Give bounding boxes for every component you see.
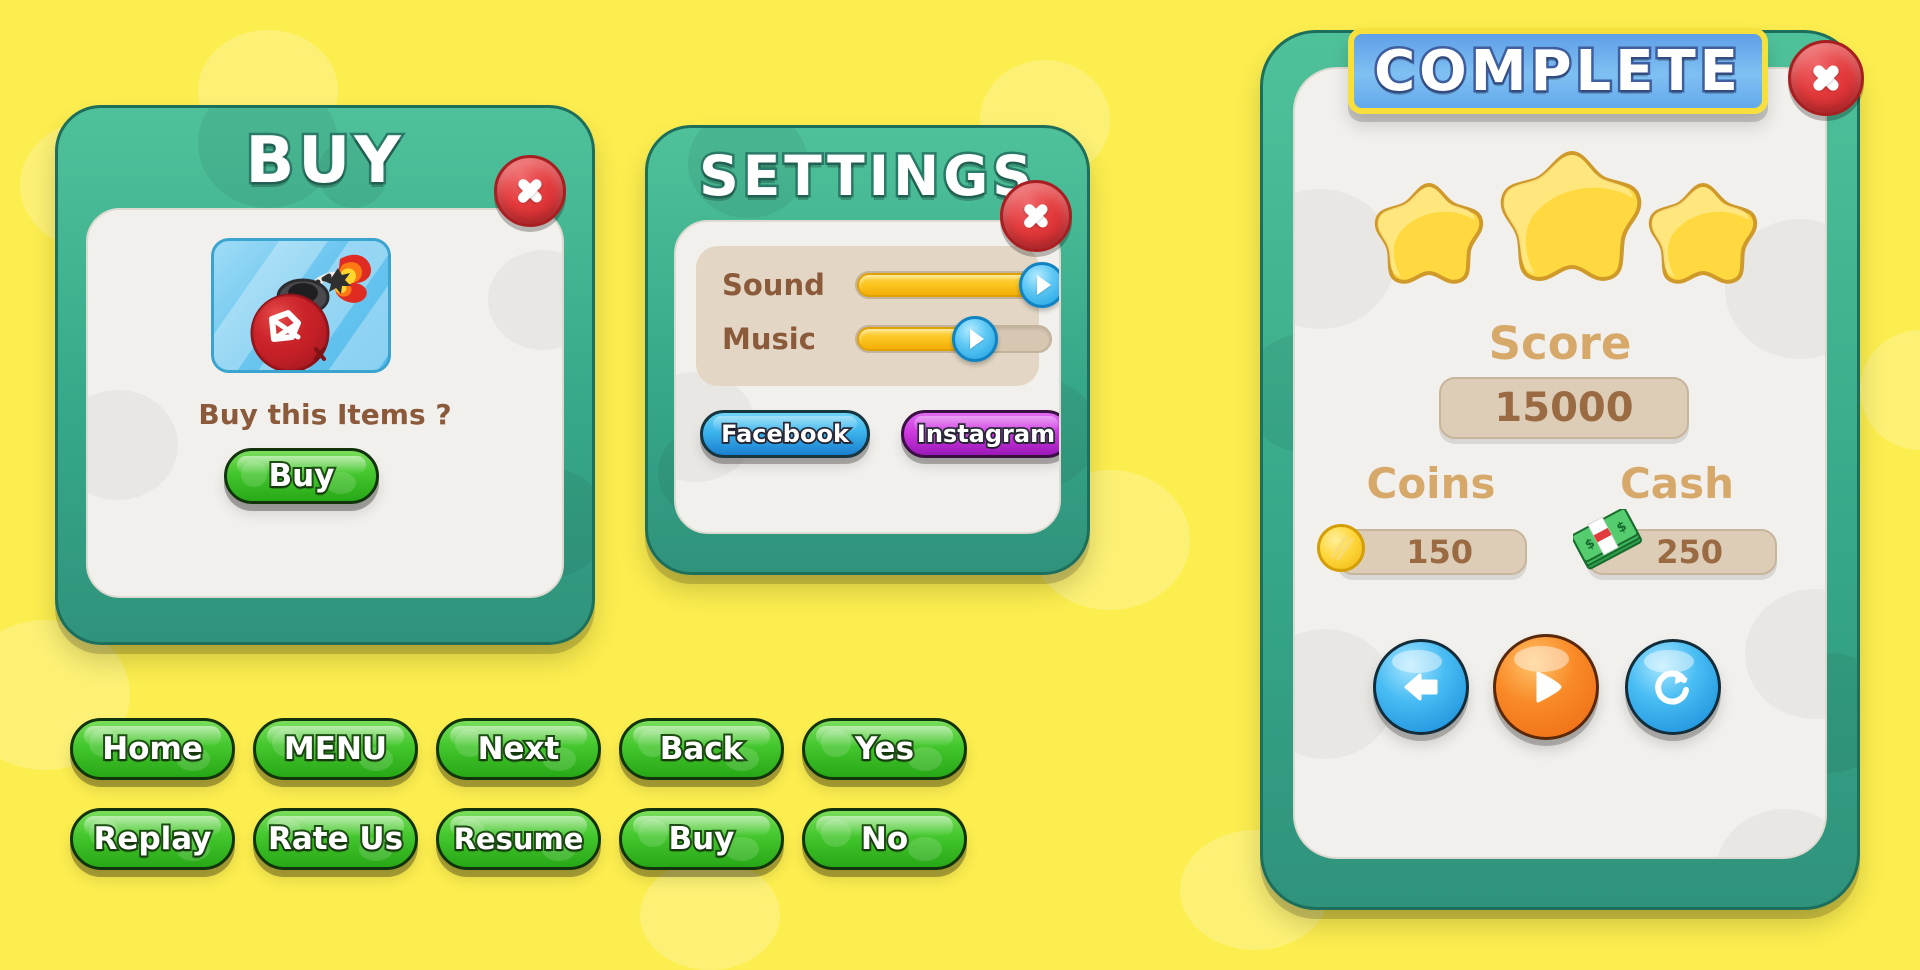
pill-blob [821,729,851,757]
rate-us-label: Rate Us [266,819,405,859]
home-label: Home [100,729,205,769]
menu-label: MENU [282,729,389,769]
pill-blob [821,819,851,847]
bg-bubble [1860,330,1920,450]
coin-icon [1317,524,1365,572]
sound-slider-row: Sound [722,262,1059,308]
replay-nav-button[interactable]: Replay [70,808,235,870]
complete-banner: COMPLETE [1348,28,1768,114]
sound-slider-fill [856,273,1043,297]
coins-value: 150 [1406,533,1473,571]
cash-value: 250 [1656,533,1723,571]
pill-blob [908,837,942,861]
buy-panel-body: Buy this Items ? Buy [86,208,564,598]
back-nav-label: Back [658,729,746,769]
buy-confirm-label: Buy [267,456,337,496]
no-button[interactable]: No [802,808,967,870]
bomb-item-icon [250,254,372,370]
panel-bubble [198,108,338,208]
sound-slider-track[interactable] [854,262,1059,308]
play-triangle-icon [1037,275,1052,295]
yes-button[interactable]: Yes [802,718,967,780]
pill-blob [638,819,668,847]
settings-panel-body: Sound Music Facebook Instagram [674,220,1061,534]
item-tile[interactable] [211,238,391,373]
play-triangle-icon [969,329,984,349]
replay-nav-label: Replay [92,819,214,859]
sound-label: Sound [722,268,825,302]
close-icon [510,171,550,211]
buy-panel-close-button[interactable] [494,155,566,227]
button-grid-row-2: Replay Rate Us Resume Buy No [70,808,967,870]
complete-panel: Score 15000 Coins 150 Cash $ $ 250 [1260,30,1860,910]
coins-box: 150 [1337,529,1527,575]
left-arrow-icon [1404,673,1438,701]
pill-blob [241,461,267,487]
star-3 [1647,179,1759,293]
music-slider-row: Music [722,316,1052,362]
music-label: Music [722,322,816,356]
star-1 [1373,179,1485,293]
panel-bubble [488,250,562,350]
music-slider-track[interactable] [854,316,1052,362]
replay-button[interactable] [1625,639,1721,735]
yes-label: Yes [853,729,916,769]
panel-bubble [1715,809,1825,857]
menu-button[interactable]: MENU [253,718,418,780]
buy-confirm-button[interactable]: Buy [224,448,379,504]
buy-question-text: Buy this Items ? [198,398,452,431]
home-button[interactable]: Home [70,718,235,780]
star-2 [1500,147,1644,293]
complete-panel-close-button[interactable] [1788,40,1864,116]
panel-bubble [688,128,808,218]
sound-slider-knob[interactable] [1019,262,1059,308]
panel-bubble [1745,589,1825,719]
settings-panel-close-button[interactable] [1000,180,1072,252]
close-icon [1805,57,1847,99]
bg-bubble [640,860,780,970]
facebook-label: Facebook [719,418,850,450]
panel-bubble [318,138,388,208]
instagram-button[interactable]: Instagram [901,410,1059,458]
complete-banner-label: COMPLETE [1372,36,1742,106]
close-icon [1016,196,1056,236]
cash-icon: $ $ [1571,507,1645,581]
play-button[interactable] [1493,634,1599,740]
resume-label: Resume [452,820,586,858]
score-value: 15000 [1494,385,1634,431]
score-box: 15000 [1439,377,1689,439]
facebook-button[interactable]: Facebook [700,410,870,458]
no-label: No [859,819,910,859]
resume-button[interactable]: Resume [436,808,601,870]
refresh-icon [1655,670,1689,705]
score-label: Score [1488,317,1632,370]
buy-nav-button[interactable]: Buy [619,808,784,870]
instagram-label: Instagram [915,418,1057,450]
buy-nav-label: Buy [667,819,737,859]
music-slider-knob[interactable] [951,316,998,362]
back-button[interactable] [1373,639,1469,735]
back-nav-button[interactable]: Back [619,718,784,780]
coins-label: Coins [1366,459,1496,508]
next-button[interactable]: Next [436,718,601,780]
button-grid: Home MENU Next Back Yes Replay Rate Us R… [70,718,967,870]
cash-label: Cash [1619,459,1735,508]
play-icon [1536,671,1562,703]
complete-panel-body: Score 15000 Coins 150 Cash $ $ 250 [1293,67,1827,859]
volume-settings-group: Sound Music [696,246,1059,386]
button-grid-row-1: Home MENU Next Back Yes [70,718,967,780]
rate-us-button[interactable]: Rate Us [253,808,418,870]
next-label: Next [476,729,562,769]
